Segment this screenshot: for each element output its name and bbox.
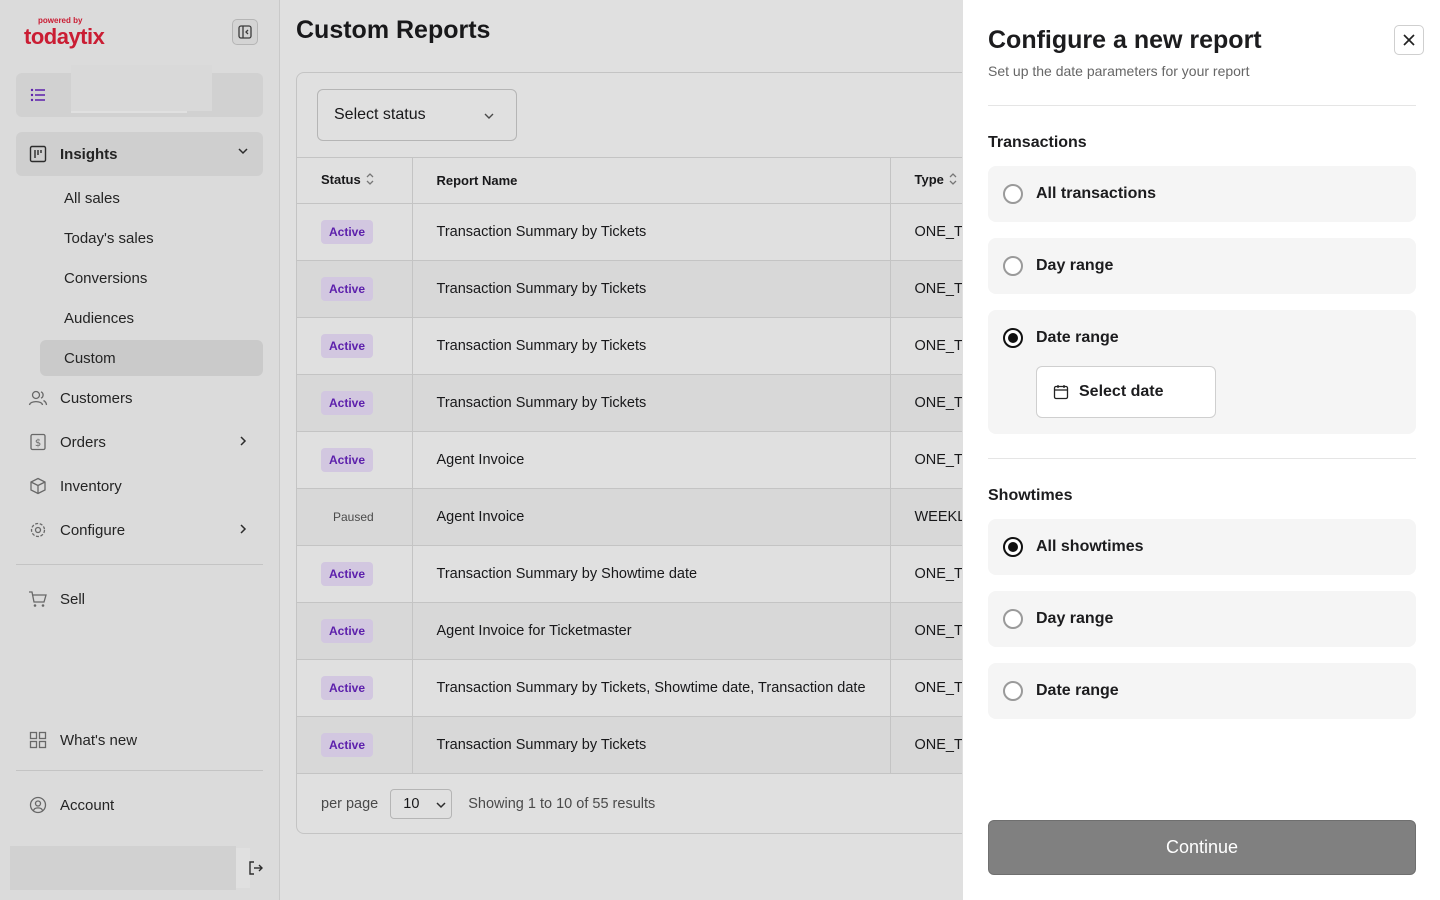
continue-button[interactable]: Continue xyxy=(988,820,1416,875)
calendar-icon xyxy=(1053,384,1069,400)
drawer-subtitle: Set up the date parameters for your repo… xyxy=(988,63,1250,79)
radio-button[interactable] xyxy=(1003,609,1023,629)
select-date-button[interactable]: Select date xyxy=(1036,366,1216,418)
option-label: Day range xyxy=(1036,257,1114,274)
option-label: Day range xyxy=(1036,610,1114,627)
close-button[interactable] xyxy=(1394,25,1424,55)
transactions-option-date-range[interactable]: Date range Select date xyxy=(988,310,1416,434)
showtimes-option-date-range[interactable]: Date range xyxy=(988,663,1416,719)
drawer-title: Configure a new report xyxy=(988,26,1262,54)
showtimes-option-all[interactable]: All showtimes xyxy=(988,519,1416,575)
option-label: All transactions xyxy=(1036,185,1157,202)
radio-button-selected[interactable] xyxy=(1003,328,1023,348)
drawer-divider xyxy=(988,458,1416,459)
radio-button[interactable] xyxy=(1003,681,1023,701)
configure-report-drawer: Configure a new report Set up the date p… xyxy=(962,0,1440,900)
transactions-option-all[interactable]: All transactions xyxy=(988,166,1416,222)
transactions-option-day-range[interactable]: Day range xyxy=(988,238,1416,294)
showtimes-option-day-range[interactable]: Day range xyxy=(988,591,1416,647)
radio-button[interactable] xyxy=(1003,184,1023,204)
option-label: All showtimes xyxy=(1036,538,1144,555)
option-label: Date range xyxy=(1036,682,1119,699)
close-icon xyxy=(1403,34,1415,46)
drawer-divider xyxy=(988,105,1416,106)
transactions-section-title: Transactions xyxy=(988,134,1087,151)
showtimes-section-title: Showtimes xyxy=(988,487,1073,504)
modal-backdrop[interactable] xyxy=(0,0,962,900)
radio-button[interactable] xyxy=(1003,256,1023,276)
select-date-label: Select date xyxy=(1079,383,1164,400)
radio-button-selected[interactable] xyxy=(1003,537,1023,557)
option-label: Date range xyxy=(1036,329,1119,346)
